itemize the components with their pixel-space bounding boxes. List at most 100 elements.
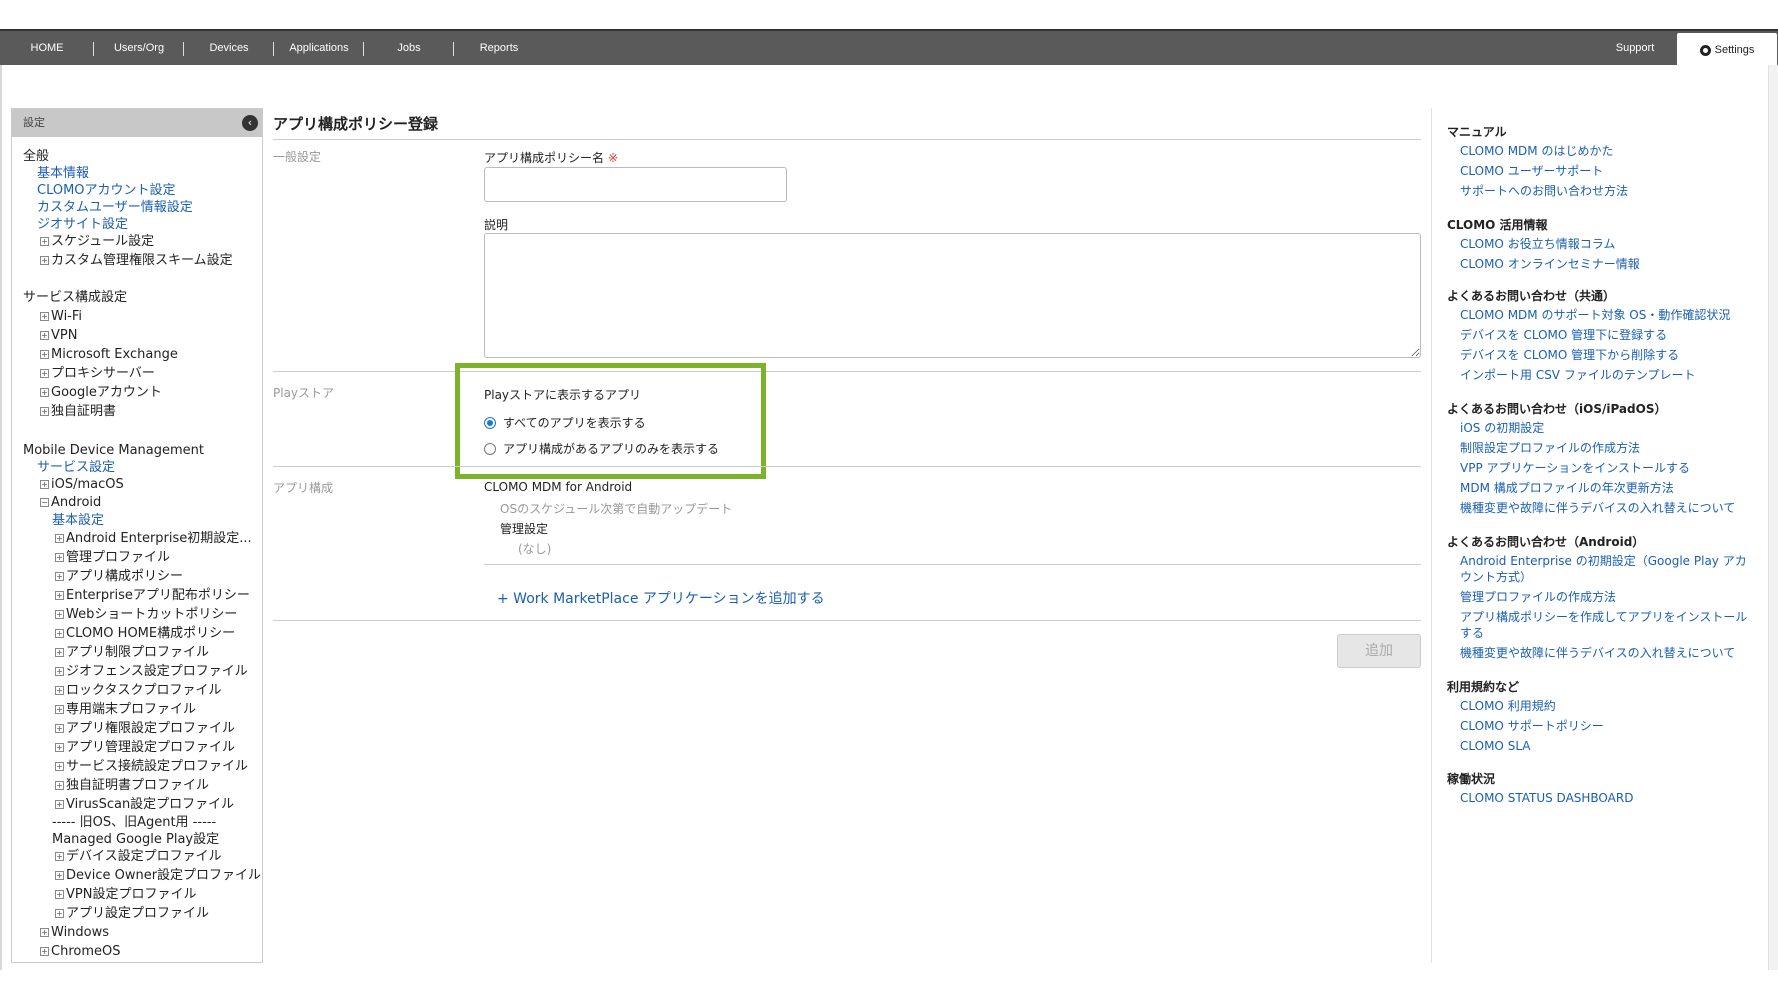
help-link[interactable]: CLOMO お役立ち情報コラム [1460, 236, 1615, 252]
help-link[interactable]: デバイスを CLOMO 管理下から削除する [1460, 347, 1679, 363]
tree-item-wifi[interactable]: + Wi-Fi [40, 309, 82, 325]
expand-icon[interactable]: + [55, 686, 64, 695]
add-button[interactable]: 追加 [1337, 634, 1421, 668]
nav-home[interactable]: HOME [0, 31, 94, 65]
expand-icon[interactable]: + [55, 553, 64, 562]
help-link[interactable]: Android Enterprise の初期設定（Google Play アカウ… [1460, 553, 1755, 585]
help-link[interactable]: CLOMO サポートポリシー [1460, 718, 1604, 734]
radio-selected-icon[interactable] [484, 416, 496, 429]
nav-settings[interactable]: Settings [1677, 33, 1777, 67]
tree-item-app-permission[interactable]: + アプリ権限設定プロファイル [55, 721, 235, 737]
description-textarea[interactable] [484, 233, 1421, 358]
help-link[interactable]: 制限設定プロファイルの作成方法 [1460, 440, 1640, 456]
expand-icon[interactable]: + [40, 312, 49, 321]
expand-icon[interactable]: + [55, 871, 64, 880]
expand-icon[interactable]: + [40, 480, 49, 489]
tree-item-clomo-home[interactable]: + CLOMO HOME構成ポリシー [55, 626, 235, 642]
help-link[interactable]: CLOMO MDM のはじめかた [1460, 143, 1613, 159]
help-link[interactable]: CLOMO STATUS DASHBOARD [1460, 790, 1633, 806]
tree-item-device-settings[interactable]: + デバイス設定プロファイル [55, 849, 222, 865]
help-link[interactable]: アプリ構成ポリシーを作成してアプリをインストールする [1460, 609, 1755, 641]
tree-link-custom-user-info[interactable]: カスタムユーザー情報設定 [37, 200, 193, 216]
expand-icon[interactable]: + [40, 237, 49, 246]
expand-icon[interactable]: + [40, 369, 49, 378]
nav-reports[interactable]: Reports [454, 31, 544, 65]
tree-item-app-settings[interactable]: + アプリ設定プロファイル [55, 906, 209, 922]
help-link[interactable]: iOS の初期設定 [1460, 420, 1544, 436]
expand-icon[interactable]: + [40, 388, 49, 397]
tree-item-service-connection[interactable]: + サービス接続設定プロファイル [55, 759, 248, 775]
tree-item-web-shortcut[interactable]: + Webショートカットポリシー [55, 607, 237, 623]
tree-item-virusscan[interactable]: + VirusScan設定プロファイル [55, 797, 234, 813]
tree-item-chromeos[interactable]: + ChromeOS [40, 944, 120, 960]
tree-item-enterprise-app-policy[interactable]: + Enterpriseアプリ配布ポリシー [55, 588, 250, 604]
help-link[interactable]: インポート用 CSV ファイルのテンプレート [1460, 367, 1695, 383]
expand-icon[interactable]: + [40, 928, 49, 937]
radio-unselected-icon[interactable] [484, 442, 496, 455]
tree-item-custom-role[interactable]: + カスタム管理権限スキーム設定 [40, 253, 233, 269]
tree-item-managed-profile[interactable]: + 管理プロファイル [55, 550, 170, 566]
tree-item-app-restriction[interactable]: + アプリ制限プロファイル [55, 645, 209, 661]
expand-icon[interactable]: + [55, 629, 64, 638]
collapse-node-icon[interactable]: − [40, 498, 49, 507]
expand-icon[interactable]: + [40, 331, 49, 340]
expand-icon[interactable]: + [55, 781, 64, 790]
tree-item-managed-google-play[interactable]: Managed Google Play設定 [52, 832, 219, 848]
expand-icon[interactable]: + [55, 591, 64, 600]
help-link[interactable]: サポートへのお問い合わせ方法 [1460, 183, 1628, 199]
expand-icon[interactable]: + [55, 534, 64, 543]
expand-icon[interactable]: + [55, 890, 64, 899]
help-link[interactable]: MDM 構成プロファイルの年次更新方法 [1460, 480, 1674, 496]
expand-icon[interactable]: + [55, 743, 64, 752]
tree-item-geofence[interactable]: + ジオフェンス設定プロファイル [55, 664, 248, 680]
radio-all-apps[interactable]: すべてのアプリを表示する [484, 414, 646, 431]
tree-item-dedicated-device[interactable]: + 専用端末プロファイル [55, 702, 196, 718]
expand-icon[interactable]: + [55, 800, 64, 809]
nav-devices[interactable]: Devices [184, 31, 274, 65]
expand-icon[interactable]: + [55, 724, 64, 733]
expand-icon[interactable]: + [40, 407, 49, 416]
tree-link-service-settings[interactable]: サービス設定 [37, 460, 115, 476]
tree-item-certificate-profile[interactable]: + 独自証明書プロファイル [55, 778, 209, 794]
tree-item-android[interactable]: − Android [40, 495, 101, 511]
expand-icon[interactable]: + [40, 256, 49, 265]
tree-item-google-account[interactable]: + Googleアカウント [40, 385, 162, 401]
expand-icon[interactable]: + [55, 852, 64, 861]
tree-item-vpn-profile[interactable]: + VPN設定プロファイル [55, 887, 196, 903]
radio-configured-apps[interactable]: アプリ構成があるアプリのみを表示する [484, 440, 719, 457]
tree-link-android-basic[interactable]: 基本設定 [52, 513, 104, 529]
expand-icon[interactable]: + [55, 909, 64, 918]
tree-item-app-config-policy[interactable]: + アプリ構成ポリシー [55, 569, 183, 585]
tree-item-device-owner[interactable]: + Device Owner設定プロファイル [55, 868, 261, 884]
tree-item-android-enterprise[interactable]: + Android Enterprise初期設定... [55, 531, 252, 547]
expand-icon[interactable]: + [55, 572, 64, 581]
expand-icon[interactable]: + [55, 762, 64, 771]
tree-item-proxy[interactable]: + プロキシサーバー [40, 366, 155, 382]
help-link[interactable]: CLOMO MDM のサポート対象 OS・動作確認状況 [1460, 307, 1730, 323]
tree-link-clomo-account[interactable]: CLOMOアカウント設定 [37, 183, 176, 199]
tree-item-certificate[interactable]: + 独自証明書 [40, 404, 116, 420]
tree-item-schedule[interactable]: + スケジュール設定 [40, 234, 154, 250]
help-link[interactable]: デバイスを CLOMO 管理下に登録する [1460, 327, 1667, 343]
tree-link-basic-info[interactable]: 基本情報 [37, 166, 89, 182]
expand-icon[interactable]: + [55, 705, 64, 714]
add-marketplace-app-link[interactable]: + Work MarketPlace アプリケーションを追加する [497, 588, 825, 608]
expand-icon[interactable]: + [40, 947, 49, 956]
nav-support[interactable]: Support [1590, 31, 1680, 65]
help-link[interactable]: 機種変更や故障に伴うデバイスの入れ替えについて [1460, 500, 1735, 516]
nav-users-org[interactable]: Users/Org [94, 31, 184, 65]
help-link[interactable]: CLOMO 利用規約 [1460, 698, 1556, 714]
help-link[interactable]: CLOMO オンラインセミナー情報 [1460, 256, 1640, 272]
policy-name-input[interactable] [484, 167, 787, 202]
tree-item-vpn[interactable]: + VPN [40, 328, 77, 344]
nav-applications[interactable]: Applications [274, 31, 364, 65]
expand-icon[interactable]: + [40, 350, 49, 359]
help-link[interactable]: CLOMO SLA [1460, 738, 1530, 754]
nav-jobs[interactable]: Jobs [364, 31, 454, 65]
help-link[interactable]: 機種変更や故障に伴うデバイスの入れ替えについて [1460, 645, 1735, 661]
tree-link-geosite[interactable]: ジオサイト設定 [37, 217, 128, 233]
tree-item-exchange[interactable]: + Microsoft Exchange [40, 347, 178, 363]
tree-item-lock-task[interactable]: + ロックタスクプロファイル [55, 683, 221, 699]
expand-icon[interactable]: + [55, 610, 64, 619]
collapse-icon[interactable]: ‹ [242, 115, 258, 131]
